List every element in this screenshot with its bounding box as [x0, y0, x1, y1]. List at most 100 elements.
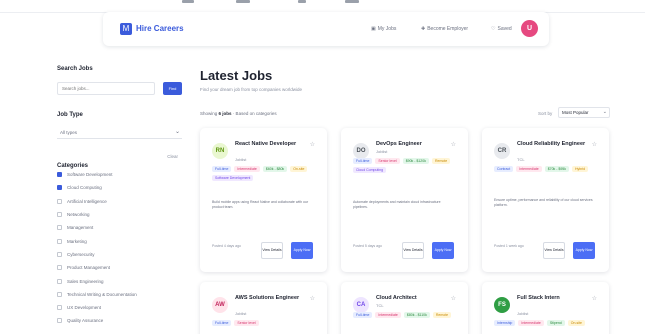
- job-card[interactable]: CA Cloud Architect TCL ☆ Full-time Intermedia…: [341, 282, 468, 334]
- job-tags: Full-time Senior level: [212, 320, 316, 326]
- sort-select[interactable]: Most Popular ⌄: [558, 107, 610, 118]
- job-tags: Internship Intermediate Stipend On-site: [494, 320, 598, 326]
- category-checkbox[interactable]: [57, 291, 62, 297]
- category-checkbox[interactable]: [57, 225, 62, 231]
- job-tags: Full-time Intermediate $80k - $110k Remote: [353, 312, 457, 318]
- category-checkbox[interactable]: [57, 278, 62, 284]
- category-item[interactable]: Artificial Intelligence: [57, 195, 182, 208]
- scrolled-content-fragment: [298, 0, 306, 3]
- category-checkbox[interactable]: [57, 172, 62, 178]
- job-title[interactable]: AWS Solutions Engineer: [235, 295, 307, 303]
- job-tag: Full-time: [212, 320, 232, 326]
- category-item[interactable]: Software Development: [57, 168, 182, 181]
- view-details-button[interactable]: View Details: [543, 242, 565, 259]
- company-name: TCL: [376, 303, 384, 308]
- view-details-button[interactable]: View Details: [261, 242, 283, 259]
- category-checkbox[interactable]: [57, 265, 62, 271]
- search-input[interactable]: [57, 82, 155, 95]
- bookmark-icon[interactable]: ☆: [310, 295, 315, 302]
- scrolled-content-fragment: [236, 0, 250, 3]
- logo-mark[interactable]: M: [120, 23, 132, 35]
- category-label: Sales Engineering: [67, 278, 104, 284]
- result-count-number: 6 jobs: [218, 111, 232, 116]
- bookmark-icon[interactable]: ☆: [310, 141, 315, 148]
- job-title[interactable]: Full Stack Intern: [517, 295, 589, 303]
- top-bar: M Hire Careers ▣ My Jobs ✚ Become Employer…: [0, 0, 645, 52]
- building-icon: ✚: [421, 26, 426, 32]
- job-card[interactable]: CR Cloud Reliability Engineer TCL ☆ Contract…: [482, 128, 609, 272]
- job-title[interactable]: DevOps Engineer: [376, 141, 448, 149]
- company-logo: RN: [212, 143, 228, 159]
- scrolled-content-fragment: [345, 0, 359, 3]
- nav-label: Saved: [497, 26, 512, 32]
- nav-label: My Jobs: [377, 26, 397, 32]
- category-item[interactable]: Sales Engineering: [57, 274, 182, 287]
- result-count-prefix: Showing: [200, 111, 218, 116]
- job-title[interactable]: React Native Developer: [235, 141, 307, 149]
- job-tag: Cloud Computing: [353, 167, 387, 173]
- category-checkbox[interactable]: [57, 318, 62, 324]
- job-card[interactable]: AW AWS Solutions Engineer Joblist ☆ Full-tim…: [200, 282, 327, 334]
- job-tag: $70k - $95k: [544, 166, 569, 172]
- job-tag: Full-time: [353, 158, 373, 164]
- company-logo: CR: [494, 143, 510, 159]
- nav-saved[interactable]: ♡ Saved: [491, 23, 512, 35]
- apply-now-button[interactable]: Apply Now: [291, 242, 313, 259]
- avatar[interactable]: U: [521, 20, 538, 37]
- nav-become-employer[interactable]: ✚ Become Employer: [421, 23, 468, 35]
- result-count-suffix: · Based on categories: [232, 111, 277, 116]
- category-checkbox[interactable]: [57, 185, 62, 191]
- category-item[interactable]: Cloud Computing: [57, 181, 182, 194]
- logo-text[interactable]: Hire Careers: [136, 23, 184, 35]
- category-item[interactable]: Marketing: [57, 234, 182, 247]
- category-item[interactable]: Quality Assurance: [57, 314, 182, 327]
- job-tag: Stipend: [546, 320, 565, 326]
- bookmark-icon[interactable]: ☆: [592, 295, 597, 302]
- category-checkbox[interactable]: [57, 305, 62, 311]
- category-checkbox[interactable]: [57, 212, 62, 218]
- category-item[interactable]: Cybersecurity: [57, 248, 182, 261]
- job-tag: Hybrid: [572, 166, 589, 172]
- bookmark-icon[interactable]: ☆: [592, 141, 597, 148]
- apply-now-button[interactable]: Apply Now: [432, 242, 454, 259]
- search-button[interactable]: Find: [163, 82, 182, 95]
- company-name: Joblist: [517, 311, 529, 316]
- category-checkbox[interactable]: [57, 238, 62, 244]
- sort-value: Most Popular: [562, 110, 589, 115]
- job-type-select[interactable]: All types ⌄: [57, 126, 182, 139]
- heart-icon: ♡: [491, 26, 496, 32]
- job-tag: Intermediate: [375, 312, 401, 318]
- category-label: Marketing: [67, 238, 87, 244]
- job-card[interactable]: DO DevOps Engineer Joblist ☆ Full-time Senior…: [341, 128, 468, 272]
- category-item[interactable]: Technical Writing & Documentation: [57, 288, 182, 301]
- category-item[interactable]: Product Management: [57, 261, 182, 274]
- job-type-value: All types: [60, 130, 78, 135]
- category-item[interactable]: Networking: [57, 208, 182, 221]
- job-title[interactable]: Cloud Architect: [376, 295, 448, 303]
- job-title[interactable]: Cloud Reliability Engineer: [517, 141, 589, 149]
- job-card[interactable]: FS Full Stack Intern Joblist ☆ Internship Int…: [482, 282, 609, 334]
- category-label: Networking: [67, 212, 90, 218]
- category-label: Cybersecurity: [67, 251, 95, 257]
- job-tag: Intermediate: [518, 320, 544, 326]
- view-details-button[interactable]: View Details: [402, 242, 424, 259]
- clear-categories-link[interactable]: Clear: [167, 154, 178, 159]
- nav-my-jobs[interactable]: ▣ My Jobs: [371, 23, 396, 35]
- job-tag: $60k - $80k: [262, 166, 288, 172]
- category-checkbox[interactable]: [57, 251, 62, 257]
- company-logo: CA: [353, 297, 369, 313]
- company-name: Joblist: [235, 157, 247, 162]
- header: M Hire Careers ▣ My Jobs ✚ Become Employer…: [103, 12, 549, 46]
- category-list: Software Development Cloud Computing Artif…: [57, 168, 182, 328]
- category-item[interactable]: UX Development: [57, 301, 182, 314]
- bookmark-icon[interactable]: ☆: [451, 141, 456, 148]
- job-card[interactable]: RN React Native Developer Joblist ☆ Full-tim…: [200, 128, 327, 272]
- category-checkbox[interactable]: [57, 198, 62, 204]
- page-title: Latest Jobs: [200, 68, 273, 83]
- apply-now-button[interactable]: Apply Now: [573, 242, 595, 259]
- sort-label: Sort by: [538, 111, 553, 116]
- category-item[interactable]: Management: [57, 221, 182, 234]
- bookmark-icon[interactable]: ☆: [451, 295, 456, 302]
- job-tags: Full-time Senior level $90k - $120k Remote C…: [353, 158, 457, 173]
- job-tags: Contract Intermediate $70k - $95k Hybrid: [494, 166, 598, 172]
